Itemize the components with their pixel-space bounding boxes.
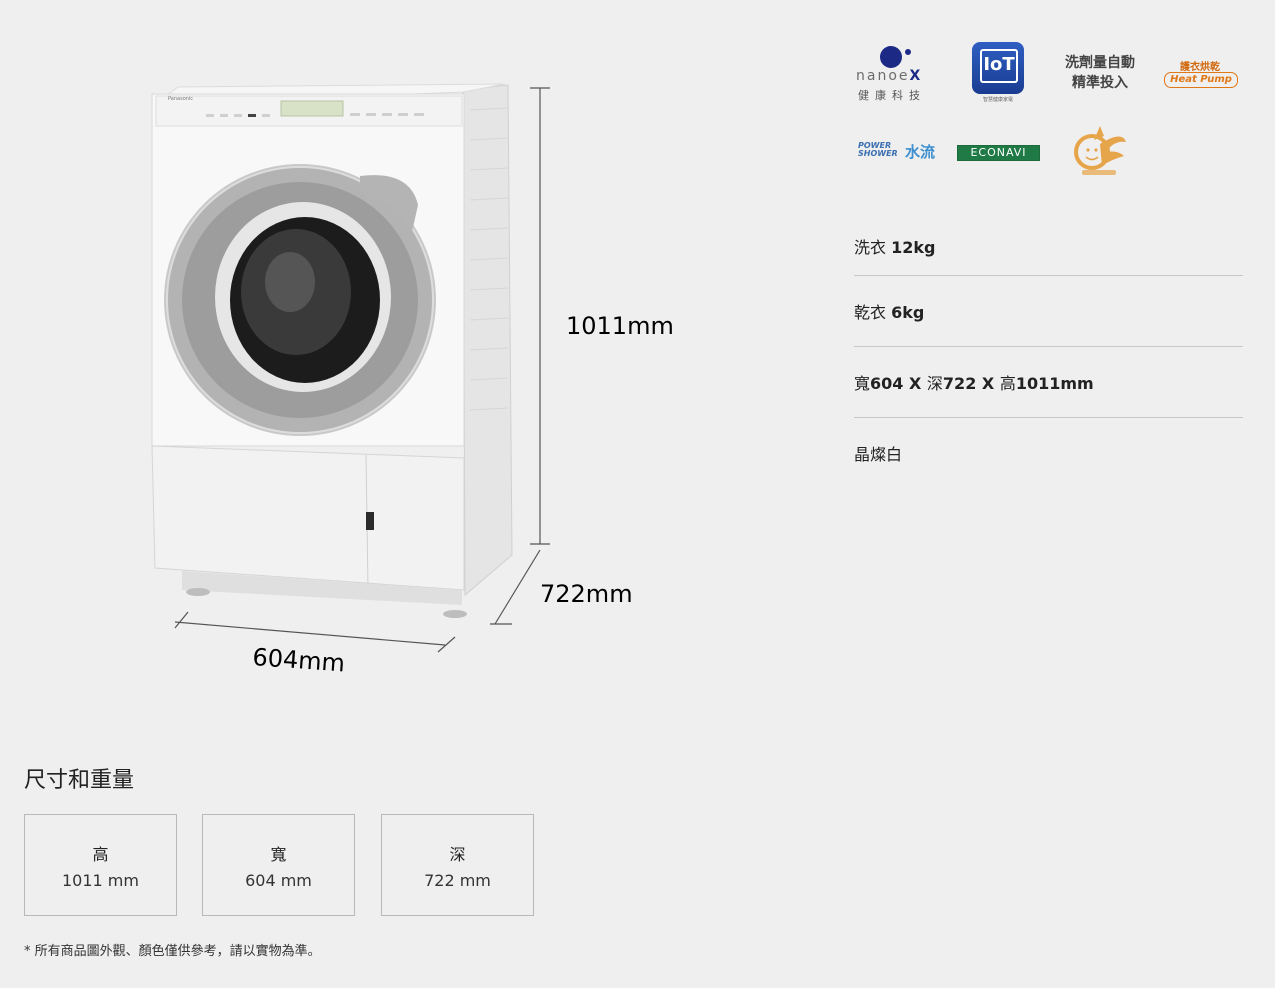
spec-width-value: 604 [870,374,904,393]
heat-pump-top: 護衣烘乾 [1180,62,1220,73]
spec-wash-value: 12kg [891,238,936,257]
spec-wash-label: 洗衣 [854,238,892,257]
power-shower-suffix: 水流 [905,143,936,161]
heat-pump-bottom: Heat Pump [1164,72,1238,88]
iot-logo: IoT [972,42,1024,94]
power-shower-line2: SHOWER [858,149,898,158]
spec-wash: 洗衣 12kg [854,204,1243,276]
nanoe-word: nanoe [856,68,910,84]
spec-dry: 乾衣 6kg [854,275,1243,347]
spec-height-label: 高 [999,374,1016,393]
height-dimension-label: 1011mm [566,312,674,340]
spec-dimensions: 寬604 X 深722 X 高1011mm [854,346,1243,418]
spec-depth-value: 722 [942,374,977,393]
econavi-logo: ECONAVI [957,145,1040,161]
dimension-card-label: 高 [92,845,109,864]
iot-logo-text: IoT [980,49,1018,83]
spec-width-label: 寬 [854,374,871,393]
section-title: 尺寸和重量 [24,768,135,793]
nanoe-x-sub: 健康科技 [858,89,926,102]
spec-dry-value: 6kg [891,303,925,322]
spec-color-value: 晶燦白 [854,445,903,464]
disclaimer-text: * 所有商品圖外觀、顏色僅供參考，請以實物為準。 [24,944,321,959]
spec-height-value: 1011mm [1015,374,1094,393]
depth-dimension-label: 722mm [540,580,633,608]
dimension-card-label: 深 [449,845,466,864]
dimension-card-height: 高 1011 mm [24,814,177,916]
spec-dry-label: 乾衣 [854,303,892,322]
nanoe-dot-icon [880,46,911,68]
auto-detergent-logo: 洗劑量自動 精準投入 [1058,53,1142,93]
dimension-card-depth: 深 722 mm [381,814,534,916]
nanoe-x-letter: X [909,68,923,84]
dimension-card-value: 722 mm [424,871,491,890]
dimension-card-value: 604 mm [245,871,312,890]
iot-logo-sub: 智慧健康家電 [982,97,1013,103]
energy-saving-mark-icon [1074,126,1126,175]
spec-depth-label: 深 [926,374,943,393]
auto-detergent-line1: 洗劑量自動 [1065,55,1135,71]
spec-times-1: X [903,374,927,393]
auto-detergent-line2: 精準投入 [1072,75,1128,91]
product-image: Panasonic 1011mm 722mm 604mm [151,83,674,677]
spec-times-2: X [976,374,1000,393]
svg-text:Panasonic: Panasonic [168,96,193,102]
dimension-card-value: 1011 mm [62,871,139,890]
spec-color: 晶燦白 [854,417,1243,488]
width-dimension-label: 604mm [252,643,346,677]
dimension-card-width: 寬 604 mm [202,814,355,916]
dimension-card-label: 寬 [270,845,287,864]
